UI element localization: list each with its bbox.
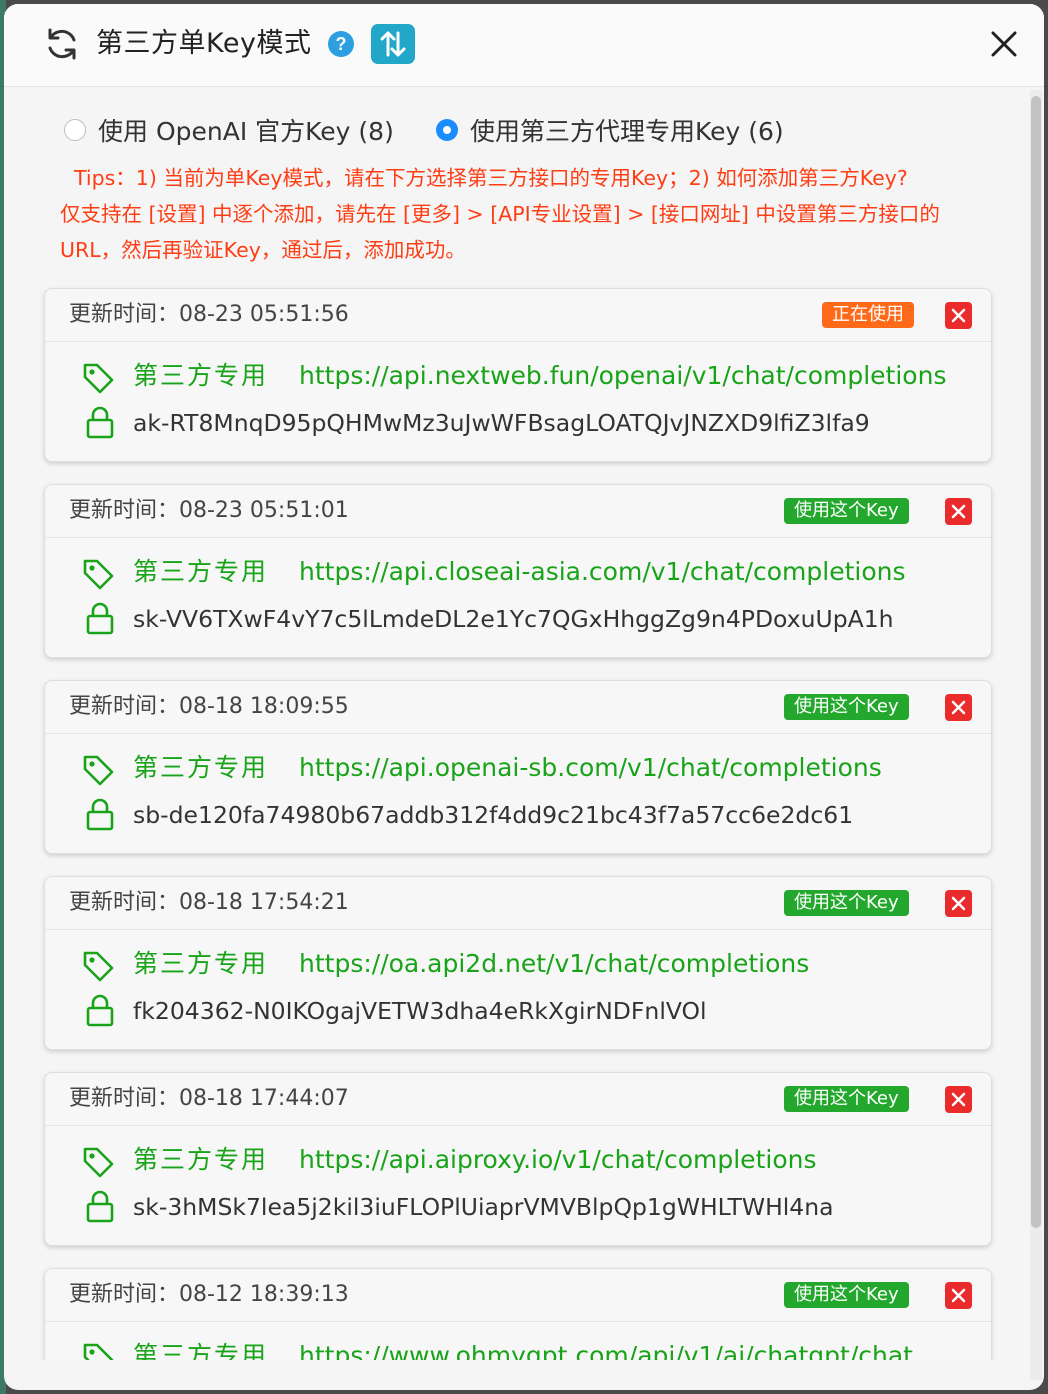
use-key-button[interactable]: 使用这个Key <box>784 694 909 720</box>
tips-text: Tips：1) 当前为单Key模式，请在下方选择第三方接口的专用Key；2) 如… <box>60 160 980 268</box>
api-key-value: sk-3hMSk7lea5j2kil3iuFLOPlUiaprVMVBlpQp1… <box>133 1193 834 1221</box>
key-card-header: 更新时间：08-23 05:51:01 使用这个Key <box>45 485 991 538</box>
key-card: 更新时间：08-18 17:54:21 使用这个Key 第三方专用 https:… <box>44 876 992 1050</box>
use-key-button[interactable]: 使用这个Key <box>784 1086 909 1112</box>
api-url: https://api.nextweb.fun/openai/v1/chat/c… <box>299 361 947 390</box>
key-card: 更新时间：08-18 18:09:55 使用这个Key 第三方专用 https:… <box>44 680 992 854</box>
help-icon[interactable]: ? <box>328 31 354 57</box>
mode-option-official[interactable]: 使用 OpenAI 官方Key (8) <box>64 110 394 150</box>
tag-icon <box>83 1343 114 1360</box>
key-type-label: 第三方专用 <box>133 753 269 782</box>
in-use-badge: 正在使用 <box>822 302 914 328</box>
close-icon <box>951 504 966 519</box>
update-time: 更新时间：08-23 05:51:01 <box>69 498 349 523</box>
key-type-label: 第三方专用 <box>133 1145 269 1174</box>
close-icon <box>951 896 966 911</box>
delete-button[interactable] <box>945 498 972 525</box>
tag-icon <box>83 951 114 982</box>
delete-button[interactable] <box>945 890 972 917</box>
tag-icon <box>83 559 114 590</box>
sort-arrows-icon <box>380 31 406 57</box>
delete-button[interactable] <box>945 1086 972 1113</box>
key-type-label: 第三方专用 <box>133 1341 269 1360</box>
mode-third-party-label: 使用第三方代理专用Key (6) <box>470 117 784 146</box>
api-url: https://api.aiproxy.io/v1/chat/completio… <box>299 1145 817 1174</box>
close-icon <box>951 308 966 323</box>
radio-third-party[interactable] <box>436 119 458 141</box>
scrollbar-thumb[interactable] <box>1031 96 1041 1228</box>
use-key-button[interactable]: 使用这个Key <box>784 1282 909 1308</box>
lock-icon <box>86 994 114 1027</box>
key-card-header: 更新时间：08-23 05:51:56 正在使用 <box>45 289 991 342</box>
tag-icon <box>83 363 114 394</box>
dialog-header: 第三方单Key模式 ? <box>4 4 1044 87</box>
radio-official[interactable] <box>64 119 86 141</box>
delete-button[interactable] <box>945 694 972 721</box>
tips-line: 仅支持在 [设置] 中逐个添加，请先在 [更多] > [API专业设置] > [… <box>60 202 940 226</box>
dialog-title: 第三方单Key模式 <box>96 28 312 59</box>
api-url: https://api.openai-sb.com/v1/chat/comple… <box>299 753 882 782</box>
key-card-header: 更新时间：08-18 17:54:21 使用这个Key <box>45 877 991 930</box>
update-time: 更新时间：08-18 17:54:21 <box>69 890 349 915</box>
api-url: https://api.closeai-asia.com/v1/chat/com… <box>299 557 906 586</box>
tag-icon <box>83 755 114 786</box>
tips-line: Tips：1) 当前为单Key模式，请在下方选择第三方接口的专用Key；2) 如… <box>74 166 908 190</box>
lock-icon <box>86 406 114 439</box>
update-time: 更新时间：08-18 17:44:07 <box>69 1086 349 1111</box>
use-key-button[interactable]: 使用这个Key <box>784 890 909 916</box>
key-card-header: 更新时间：08-18 18:09:55 使用这个Key <box>45 681 991 734</box>
api-url: https://oa.api2d.net/v1/chat/completions <box>299 949 810 978</box>
close-icon <box>951 700 966 715</box>
use-key-button[interactable]: 使用这个Key <box>784 498 909 524</box>
tips-line: URL，然后再验证Key，通过后，添加成功。 <box>60 238 466 262</box>
delete-button[interactable] <box>945 1282 972 1309</box>
mode-official-label: 使用 OpenAI 官方Key (8) <box>98 117 394 146</box>
list-viewport-bottom: 更新时间：08-12 18:39:13 使用这个Key 第三方专用 https:… <box>4 1254 1030 1360</box>
api-key-value: sb-de120fa74980b67addb312f4dd9c21bc43f7a… <box>133 801 854 829</box>
key-type-label: 第三方专用 <box>133 557 269 586</box>
api-key-value: sk-VV6TXwF4vY7c5lLmdeDL2e1Yc7QGxHhggZg9n… <box>133 605 894 633</box>
key-type-label: 第三方专用 <box>133 949 269 978</box>
key-card: 更新时间：08-23 05:51:01 使用这个Key 第三方专用 https:… <box>44 484 992 658</box>
key-card-header: 更新时间：08-18 17:44:07 使用这个Key <box>45 1073 991 1126</box>
api-key-value: ak-RT8MnqD95pQHMwMz3uJwWFBsagLOATQJvJNZX… <box>133 409 870 437</box>
refresh-icon[interactable] <box>44 26 80 62</box>
key-card-header: 更新时间：08-12 18:39:13 使用这个Key <box>45 1269 991 1322</box>
delete-button[interactable] <box>945 302 972 329</box>
close-icon <box>951 1288 966 1303</box>
key-card: 更新时间：08-23 05:51:56 正在使用 第三方专用 https://a… <box>44 288 992 462</box>
close-icon[interactable] <box>986 26 1022 62</box>
update-time: 更新时间：08-23 05:51:56 <box>69 302 349 327</box>
mode-option-third-party[interactable]: 使用第三方代理专用Key (6) <box>436 110 784 150</box>
tag-icon <box>83 1147 114 1178</box>
key-mode-dialog: 第三方单Key模式 ? 使用 OpenAI 官方Key (8) 使用第三方代理专… <box>4 4 1044 1390</box>
key-card: 更新时间：08-12 18:39:13 使用这个Key 第三方专用 https:… <box>44 1268 992 1360</box>
update-time: 更新时间：08-12 18:39:13 <box>69 1282 349 1307</box>
key-type-label: 第三方专用 <box>133 361 269 390</box>
sort-button[interactable] <box>371 24 415 64</box>
lock-icon <box>86 798 114 831</box>
lock-icon <box>86 602 114 635</box>
close-icon <box>951 1092 966 1107</box>
update-time: 更新时间：08-18 18:09:55 <box>69 694 349 719</box>
key-card: 更新时间：08-18 17:44:07 使用这个Key 第三方专用 https:… <box>44 1072 992 1246</box>
api-url: https://www.ohmygpt.com/api/v1/ai/chatgp… <box>299 1341 913 1360</box>
lock-icon <box>86 1190 114 1223</box>
api-key-value: fk204362-N0IKOgajVETW3dha4eRkXgirNDFnlVO… <box>133 997 707 1025</box>
